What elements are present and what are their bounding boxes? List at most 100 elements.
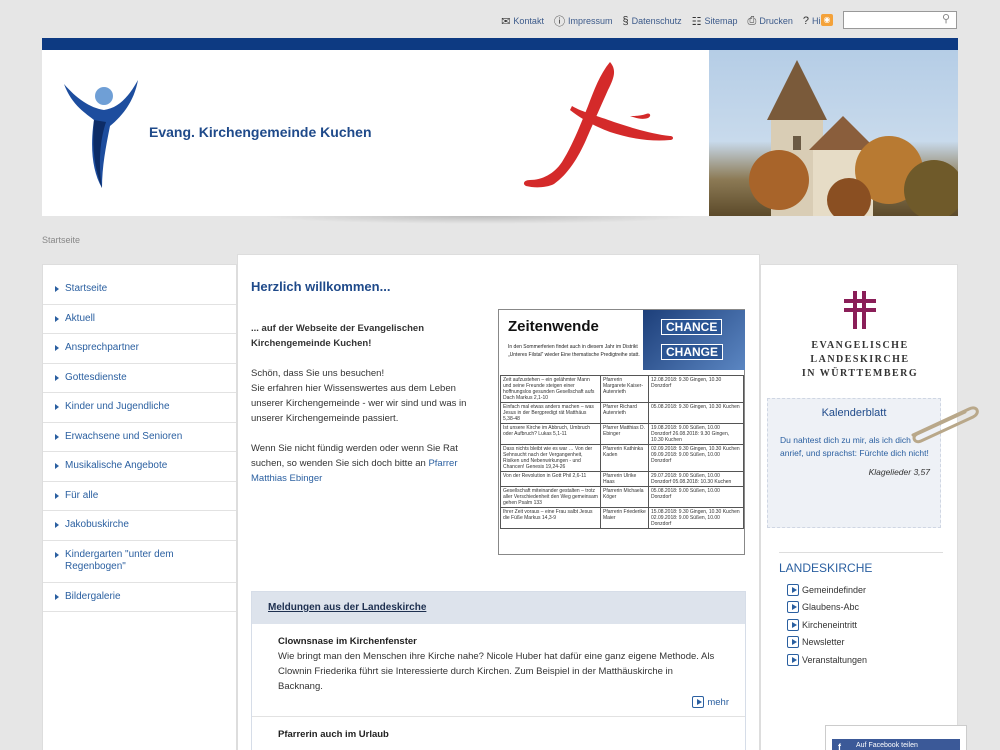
datenschutz-link[interactable]: § Datenschutz [622,13,681,29]
arrow-right-icon [55,345,59,351]
arrow-right-icon [55,522,59,528]
newsletter-link[interactable]: Newsletter [787,634,867,652]
page-title: Herzlich willkommen... [251,279,391,294]
gemeindefinder-link[interactable]: Gemeindefinder [787,581,867,599]
arrow-right-icon [55,463,59,469]
impressum-link[interactable]: ⓘ Impressum [554,13,613,29]
sidebar-item-label: Aktuell [65,312,96,324]
sitemap-link[interactable]: ☷ Sitemap [692,13,738,29]
sidebar-item-erwachsene-senioren[interactable]: Erwachsene und Senioren [43,423,236,452]
link-label: Gemeindefinder [802,584,867,595]
table-cell: 29.07.2018: 9.00 Süßen, 10.00 Donzdorf 0… [648,471,744,487]
poster-subtitle: In den Sommerferien findet auch in diese… [508,344,640,358]
table-cell: Ihrer Zeit voraus – eine Frau salbt Jesu… [500,507,601,529]
sidebar-item-aktuell[interactable]: Aktuell [43,305,236,334]
landeskirche-logo[interactable]: Evangelische Landeskirche in Württemberg [761,291,959,381]
glaubens-abc-link[interactable]: Glaubens-Abc [787,599,867,617]
breadcrumb[interactable]: Startseite [42,235,80,245]
decorative-brushstroke-icon [523,62,673,188]
sidebar-item-label: Kindergarten "unter dem Regenbogen" [65,548,174,573]
play-arrow-icon [787,601,799,614]
link-label: Veranstaltungen [802,654,868,665]
play-arrow-icon [787,653,799,666]
arrow-right-icon [55,551,59,558]
table-cell: Zeit aufzustehen – ein gelähmter Mann un… [500,375,601,403]
header-shadow [260,216,700,224]
link-label: Kircheneintritt [802,619,858,630]
news-item: Pfarrerin auch im Urlaub [252,717,745,742]
table-row: Ihrer Zeit voraus – eine Frau salbt Jesu… [500,507,744,529]
table-cell: Pfarrerin Kathinka Kaden [600,444,649,472]
sidebar-item-label: Musikalische Angebote [65,460,168,471]
sidebar-item-gottesdienste[interactable]: Gottesdienste [43,364,236,393]
sidebar-item-label: Startseite [65,283,108,294]
utility-bar: ✉ Kontakt ⓘ Impressum § Datenschutz ☷ Sitema… [0,10,1000,32]
sidebar-item-label: Jakobuskirche [65,519,129,530]
sidebar-item-label: Kinder und Jugendliche [65,401,170,412]
header-accent-bar [42,38,958,50]
arrow-right-icon [55,404,59,410]
table-cell: Pfarrer Richard Autenrieth [600,402,649,424]
landeskirche-heading: LANDESKIRCHE [779,552,943,575]
kalender-reference: Klagelieder 3,57 [868,467,930,477]
play-arrow-icon [787,618,799,631]
news-title[interactable]: Clownsnase im Kirchenfenster [278,634,719,649]
kircheneintritt-link[interactable]: Kircheneintritt [787,616,867,634]
search-input[interactable] [843,11,957,29]
sidebar-item-label: Bildergalerie [65,590,121,602]
table-cell: Pfarrerin Friederike Maier [600,507,649,529]
envelope-icon: ✉ [501,15,511,28]
sidebar-item-bildergalerie[interactable]: Bildergalerie [43,583,236,612]
sidebar-item-fuer-alle[interactable]: Für alle [43,482,236,511]
sidebar-item-label: Für alle [65,489,99,501]
rss-icon[interactable]: ◉ [821,14,833,26]
sidebar-item-kinder-jugendliche[interactable]: Kinder und Jugendliche [43,393,236,423]
link-label: Glaubens-Abc [802,602,860,613]
table-cell: Pfarrerin Margarete Kaiser-Autenrieth [600,375,649,403]
table-row: Von der Revolution in Gott Phil 2,6-11 Pf… [500,471,744,487]
link-label: Newsletter [802,637,845,648]
facebook-share-button[interactable]: f Auf Facebook teilen [832,739,960,750]
cross-icon [844,291,876,331]
arrow-right-icon [55,492,59,499]
sidebar-item-startseite[interactable]: Startseite [43,275,236,305]
sidebar-item-label: Ansprechpartner [65,342,139,353]
sitemap-label: Sitemap [704,16,738,26]
intro-greeting: Schön, dass Sie uns besuchen! [251,368,385,379]
news-heading[interactable]: Meldungen aus der Landeskirche [252,592,745,624]
sidebar-item-musikalische-angebote[interactable]: Musikalische Angebote [43,452,236,482]
kontakt-label: Kontakt [513,16,544,26]
info-icon: ⓘ [553,16,565,28]
church-logo-icon[interactable] [62,76,142,191]
site-title[interactable]: Evang. Kirchengemeinde Kuchen [149,124,372,140]
sitemap-icon: ☷ [691,15,702,28]
arrow-right-icon [55,593,59,600]
news-item: Clownsnase im Kirchenfenster Wie bringt … [252,624,745,694]
zeitenwende-poster[interactable]: Zeitenwende In den Sommerferien findet a… [498,309,745,555]
drucken-link[interactable]: ⎙ Drucken [748,13,793,29]
contact-paragraph: Wenn Sie nicht fündig werden oder wenn S… [251,441,486,486]
table-cell: 19.08.2018: 9.00 Süßen, 10.00 Donzdorf 2… [648,423,744,445]
sidebar-item-ansprechpartner[interactable]: Ansprechpartner [43,334,236,364]
sidebar-item-label: Gottesdienste [65,371,127,383]
table-cell: 05.08.2018: 9.00 Süßen, 10.00 Donzdorf [648,486,744,508]
search-icon[interactable]: ⚲ [942,12,950,25]
news-title[interactable]: Pfarrerin auch im Urlaub [278,727,719,742]
play-arrow-icon [787,636,799,649]
main-content: Herzlich willkommen... ... auf der Webse… [237,254,760,750]
paragraph-icon: § [622,15,629,27]
kontakt-link[interactable]: ✉ Kontakt [501,13,544,29]
table-cell: Pfarrerin Ulrike Haas [600,471,649,487]
drucken-label: Drucken [759,16,793,26]
facebook-share-box: f Auf Facebook teilen [825,725,967,750]
sidebar-item-kindergarten[interactable]: Kindergarten "unter dem Regenbogen" [43,541,236,583]
facebook-icon: f [838,742,841,750]
sidebar-item-jakobuskirche[interactable]: Jakobuskirche [43,511,236,541]
veranstaltungen-link[interactable]: Veranstaltungen [787,651,867,669]
more-link[interactable]: mehr [252,694,745,717]
intro-welcome: ... auf der Webseite der Evangelischen K… [251,323,424,349]
table-row: Gesellschaft miteinander gestalten – tro… [500,486,744,508]
intro-paragraph: Schön, dass Sie uns besuchen! Sie erfahre… [251,366,486,426]
table-row: Dass nichts bleibt wie es war … Von der … [500,444,744,472]
change-label: CHANGE [661,344,724,360]
